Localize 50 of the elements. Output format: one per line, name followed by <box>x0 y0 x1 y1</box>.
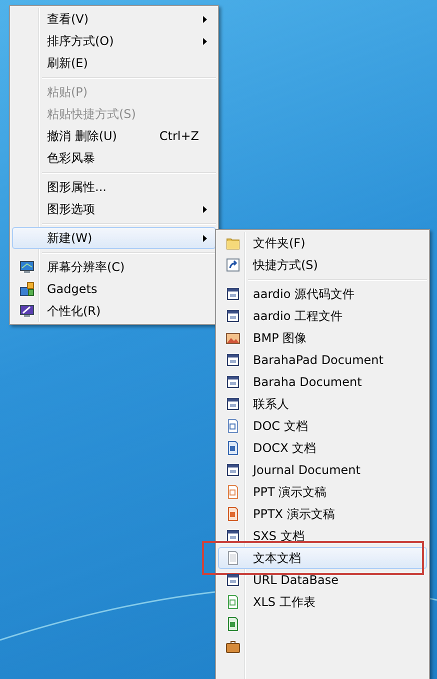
window-icon <box>225 528 241 544</box>
window-icon <box>225 374 241 390</box>
menu-item[interactable]: SXS 文档 <box>218 525 427 547</box>
menu-item[interactable]: BarahaPad Document <box>218 349 427 371</box>
menu-item[interactable]: 个性化(R) <box>12 300 216 322</box>
window-icon <box>225 572 241 588</box>
document-icon <box>225 616 241 632</box>
menu-item[interactable]: Gadgets <box>12 278 216 300</box>
menu-item[interactable]: PPTX 演示文稿 <box>218 503 427 525</box>
window-icon <box>225 352 241 368</box>
menu-item[interactable]: URL DataBase <box>218 569 427 591</box>
menu-item[interactable]: XLS 工作表 <box>218 591 427 613</box>
menu-item[interactable]: 查看(V) <box>12 8 216 30</box>
menu-item[interactable]: 图形属性... <box>12 176 216 198</box>
shortcut-icon <box>225 257 241 273</box>
menu-item[interactable]: 文本文档 <box>218 547 427 569</box>
picture-icon <box>225 330 241 346</box>
document-icon <box>225 506 241 522</box>
document-icon <box>225 594 241 610</box>
window-icon <box>225 396 241 412</box>
gadgets-icon <box>19 281 35 297</box>
window-icon <box>225 286 241 302</box>
menu-item[interactable]: 快捷方式(S) <box>218 254 427 276</box>
menu-item[interactable]: aardio 源代码文件 <box>218 283 427 305</box>
menu-item[interactable]: 文件夹(F) <box>218 232 427 254</box>
menu-item[interactable]: BMP 图像 <box>218 327 427 349</box>
document-icon <box>225 440 241 456</box>
menu-item[interactable]: aardio 工程文件 <box>218 305 427 327</box>
text-file-icon <box>225 550 241 566</box>
menu-item[interactable]: 屏幕分辨率(C) <box>12 256 216 278</box>
menu-item[interactable]: Baraha Document <box>218 371 427 393</box>
document-icon <box>225 484 241 500</box>
monitor-icon <box>19 259 35 275</box>
window-icon <box>225 308 241 324</box>
menu-item[interactable]: 色彩风暴 <box>12 147 216 169</box>
menu-item[interactable]: DOCX 文档 <box>218 437 427 459</box>
monitor-icon <box>19 303 35 319</box>
menu-item[interactable]: 排序方式(O) <box>12 30 216 52</box>
window-icon <box>225 462 241 478</box>
menu-item[interactable]: 图形选项 <box>12 198 216 220</box>
menu-item[interactable]: Journal Document <box>218 459 427 481</box>
menu-item[interactable]: DOC 文档 <box>218 415 427 437</box>
document-icon <box>225 418 241 434</box>
menu-item[interactable]: 刷新(E) <box>12 52 216 74</box>
shortcut-label: Ctrl+Z <box>159 128 200 145</box>
menu-item[interactable]: 联系人 <box>218 393 427 415</box>
menu-item[interactable]: 撤消 删除(U) Ctrl+Z <box>12 125 216 147</box>
menu-item[interactable]: 新建(W) <box>12 227 216 249</box>
menu-item[interactable]: PPT 演示文稿 <box>218 481 427 503</box>
briefcase-icon <box>225 638 241 654</box>
